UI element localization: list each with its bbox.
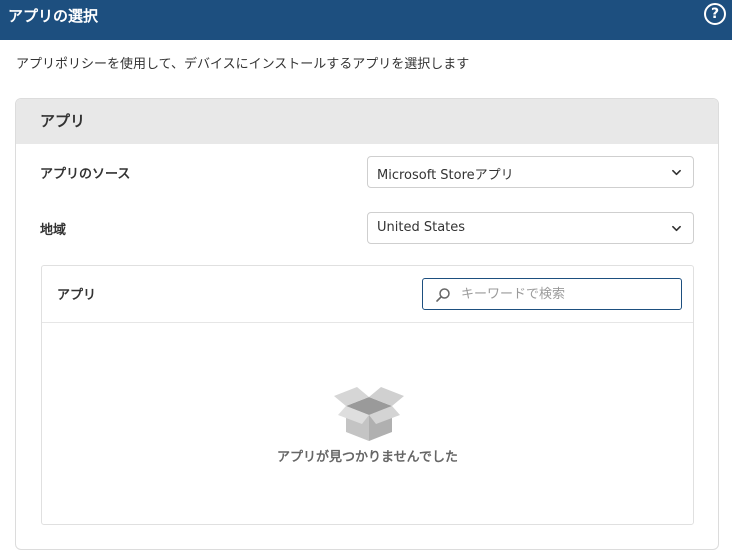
region-label: 地域 <box>40 223 67 238</box>
title-bar: アプリの選択 ? <box>0 0 732 40</box>
app-source-select[interactable]: Microsoft Storeアプリ <box>367 156 694 188</box>
empty-message: アプリが見つかりませんでした <box>277 450 458 465</box>
search-box[interactable] <box>422 278 682 310</box>
empty-box-icon <box>334 387 404 441</box>
apps-panel: アプリ アプリのソース Microsoft Storeアプリ 地域 United… <box>15 98 719 550</box>
app-source-value: Microsoft Storeアプリ <box>377 168 514 183</box>
dialog-title: アプリの選択 <box>8 7 99 25</box>
chevron-down-icon <box>672 169 681 176</box>
apps-list-box: アプリ アプリが見つかりませんでした <box>41 265 694 525</box>
chevron-down-icon <box>672 225 681 232</box>
search-icon <box>436 288 450 302</box>
app-source-label: アプリのソース <box>40 167 131 182</box>
apps-list-header: アプリ <box>42 266 693 323</box>
search-input[interactable] <box>461 279 676 309</box>
description-text: アプリポリシーを使用して、デバイスにインストールするアプリを選択します <box>16 57 470 72</box>
region-select[interactable]: United States <box>367 212 694 244</box>
apps-list-title: アプリ <box>57 288 97 303</box>
panel-title: アプリ <box>40 112 86 130</box>
help-icon[interactable]: ? <box>704 3 726 25</box>
region-value: United States <box>377 220 466 235</box>
panel-header: アプリ <box>16 99 718 144</box>
